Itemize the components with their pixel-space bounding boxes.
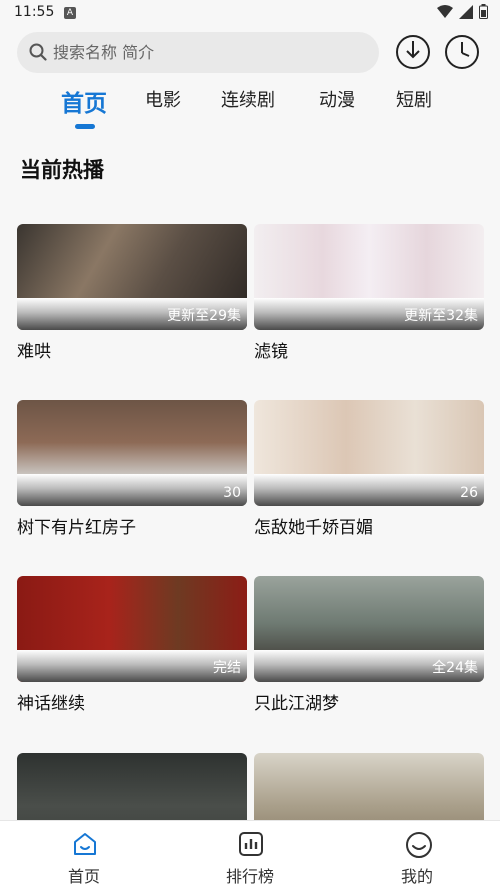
episode-badge: 更新至32集 — [404, 308, 478, 324]
download-icon[interactable] — [395, 34, 431, 70]
tab-short-drama[interactable]: 短剧 — [396, 86, 432, 112]
poster-image: 26 — [254, 400, 484, 506]
tab-series[interactable]: 连续剧 — [221, 86, 275, 112]
tab-anime[interactable]: 动漫 — [319, 86, 355, 112]
show-card[interactable]: 更新至29集 难哄 — [17, 224, 247, 362]
status-time: 11:55 — [14, 4, 55, 20]
notification-icon: A — [64, 7, 76, 19]
nav-label: 我的 — [400, 867, 433, 886]
status-icons — [437, 4, 488, 19]
signal-icon — [459, 4, 473, 19]
show-card[interactable]: 完结 神话继续 — [17, 576, 247, 714]
profile-icon — [406, 832, 432, 858]
episode-badge: 更新至29集 — [167, 308, 241, 324]
nav-ranking[interactable]: 排行榜 — [190, 821, 310, 890]
show-card[interactable]: 更新至32集 滤镜 — [254, 224, 484, 362]
search-input[interactable] — [53, 32, 363, 73]
poster-image: 更新至29集 — [17, 224, 247, 330]
episode-badge: 26 — [460, 485, 478, 501]
show-title: 滤镜 — [254, 342, 288, 362]
tab-movies[interactable]: 电影 — [145, 86, 181, 112]
show-card[interactable]: 全24集 只此江湖梦 — [254, 576, 484, 714]
home-icon — [74, 833, 96, 855]
poster-image: 30 — [17, 400, 247, 506]
show-title: 怎敌她千娇百媚 — [254, 518, 373, 538]
nav-label: 首页 — [67, 867, 100, 886]
history-icon[interactable] — [444, 34, 480, 70]
show-card[interactable]: 26 怎敌她千娇百媚 — [254, 400, 484, 538]
episode-badge: 完结 — [213, 660, 241, 676]
status-bar: 11:55 A — [0, 0, 500, 26]
episode-badge: 全24集 — [432, 660, 478, 676]
poster-overlay — [17, 474, 247, 506]
battery-icon — [479, 4, 488, 19]
chart-icon — [239, 832, 263, 856]
poster-overlay — [254, 474, 484, 506]
nav-profile[interactable]: 我的 — [357, 821, 477, 890]
section-title: 当前热播 — [20, 158, 104, 182]
show-card[interactable]: 30 树下有片红房子 — [17, 400, 247, 538]
tab-home[interactable]: 首页 — [61, 84, 107, 118]
active-tab-indicator — [75, 124, 95, 129]
nav-label: 排行榜 — [225, 867, 274, 886]
poster-image: 全24集 — [254, 576, 484, 682]
show-title: 只此江湖梦 — [254, 694, 339, 714]
poster-image: 更新至32集 — [254, 224, 484, 330]
search-bar[interactable] — [17, 32, 379, 73]
search-icon — [29, 43, 47, 61]
wifi-icon — [437, 4, 453, 18]
show-title: 神话继续 — [17, 694, 85, 714]
poster-image: 完结 — [17, 576, 247, 682]
show-title: 树下有片红房子 — [17, 518, 136, 538]
episode-badge: 30 — [223, 485, 241, 501]
bottom-nav: 首页 排行榜 我的 — [0, 820, 500, 890]
category-tabs: 首页 电影 连续剧 动漫 短剧 — [0, 86, 500, 132]
nav-home[interactable]: 首页 — [24, 821, 144, 890]
show-title: 难哄 — [17, 342, 51, 362]
